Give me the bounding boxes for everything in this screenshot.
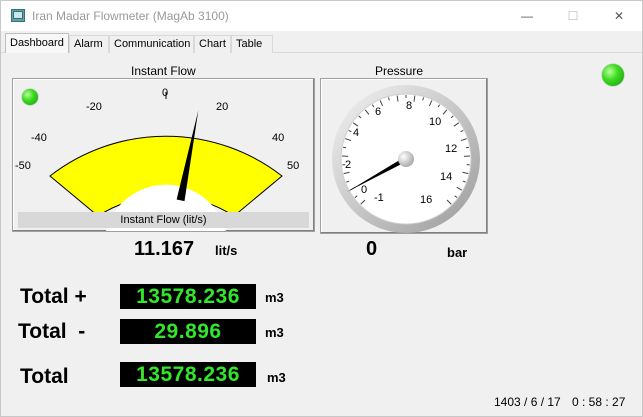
- total-minus-label: Total -: [18, 320, 86, 343]
- total-plus-unit: m3: [265, 290, 284, 305]
- instant-flow-unit: lit/s: [215, 243, 238, 258]
- instant-flow-title: Instant Flow: [131, 64, 196, 78]
- tab-bar: Dashboard Alarm Communication Chart Tabl…: [1, 32, 642, 54]
- flow-tick-label: -50: [15, 160, 31, 172]
- pressure-gauge-hub: [398, 151, 414, 167]
- total-plus-display: 13578.236: [120, 284, 256, 309]
- pressure-tick-label: 0: [361, 184, 367, 196]
- flow-tick-label: 40: [272, 132, 284, 144]
- footer-date: 1403 / 6 / 17: [494, 395, 561, 409]
- tab-table[interactable]: Table: [231, 35, 273, 53]
- pressure-tick-label: 6: [375, 106, 381, 118]
- minimize-icon: —: [521, 9, 533, 23]
- dashboard-panel: Instant Flow -50 -40 -20 0 20 40 50 Inst…: [4, 53, 640, 415]
- maximize-button[interactable]: ☐: [550, 1, 596, 31]
- pressure-value: 0: [366, 238, 378, 260]
- status-led: [602, 64, 624, 86]
- pressure-tick-label: -1: [374, 192, 384, 204]
- instant-flow-value: 11.167: [134, 238, 195, 260]
- total-minus-unit: m3: [265, 325, 284, 340]
- pressure-title: Pressure: [375, 64, 424, 78]
- flow-gauge-caption: Instant Flow (lit/s): [18, 212, 309, 228]
- maximize-icon: ☐: [567, 9, 579, 23]
- pressure-gauge: -1 0 2 4 6 8 10 12 14 16: [332, 85, 480, 233]
- pressure-tick-label: 10: [429, 116, 441, 128]
- flow-tick-label: -20: [86, 101, 102, 113]
- flow-tick-label: 20: [216, 101, 228, 113]
- pressure-tick-label: 12: [445, 143, 457, 155]
- instant-flow-gauge: -50 -40 -20 0 20 40 50: [15, 87, 299, 231]
- flow-tick-label: 50: [287, 160, 299, 172]
- window-title: Iran Madar Flowmeter (MagAb 3100): [32, 9, 229, 23]
- pressure-gauge-panel: -1 0 2 4 6 8 10 12 14 16: [320, 78, 488, 234]
- app-icon: [11, 9, 25, 22]
- total-net-label: Total: [20, 365, 69, 388]
- tab-dashboard[interactable]: Dashboard: [5, 33, 69, 54]
- close-icon: ✕: [613, 9, 625, 23]
- flow-tick-label: -40: [31, 132, 47, 144]
- tab-chart[interactable]: Chart: [194, 35, 231, 53]
- pressure-tick-label: 2: [345, 159, 351, 171]
- pressure-unit: bar: [447, 245, 468, 260]
- pressure-tick-mark: [342, 146, 347, 149]
- pressure-tick-label: 4: [353, 127, 359, 139]
- close-button[interactable]: ✕: [596, 1, 642, 31]
- total-net-display: 13578.236: [120, 362, 256, 387]
- app-window: Iran Madar Flowmeter (MagAb 3100) — ☐ ✕ …: [0, 0, 643, 417]
- pressure-tick-mark: [465, 146, 470, 149]
- total-net-unit: m3: [267, 370, 286, 385]
- pressure-tick-label: 14: [440, 171, 452, 183]
- tab-alarm[interactable]: Alarm: [69, 35, 109, 53]
- total-plus-label: Total +: [20, 285, 87, 308]
- tab-communication[interactable]: Communication: [109, 35, 194, 53]
- minimize-button[interactable]: —: [504, 1, 550, 31]
- flow-tick-label: 0: [162, 87, 168, 99]
- pressure-tick-label: 8: [406, 100, 412, 112]
- total-minus-display: 29.896: [120, 319, 256, 344]
- pressure-tick-label: 16: [420, 194, 432, 206]
- footer-time: 0 : 58 : 27: [572, 395, 626, 409]
- instant-flow-gauge-panel: -50 -40 -20 0 20 40 50 Instant Flow (lit…: [12, 78, 315, 232]
- title-bar[interactable]: Iran Madar Flowmeter (MagAb 3100) — ☐ ✕: [1, 1, 642, 31]
